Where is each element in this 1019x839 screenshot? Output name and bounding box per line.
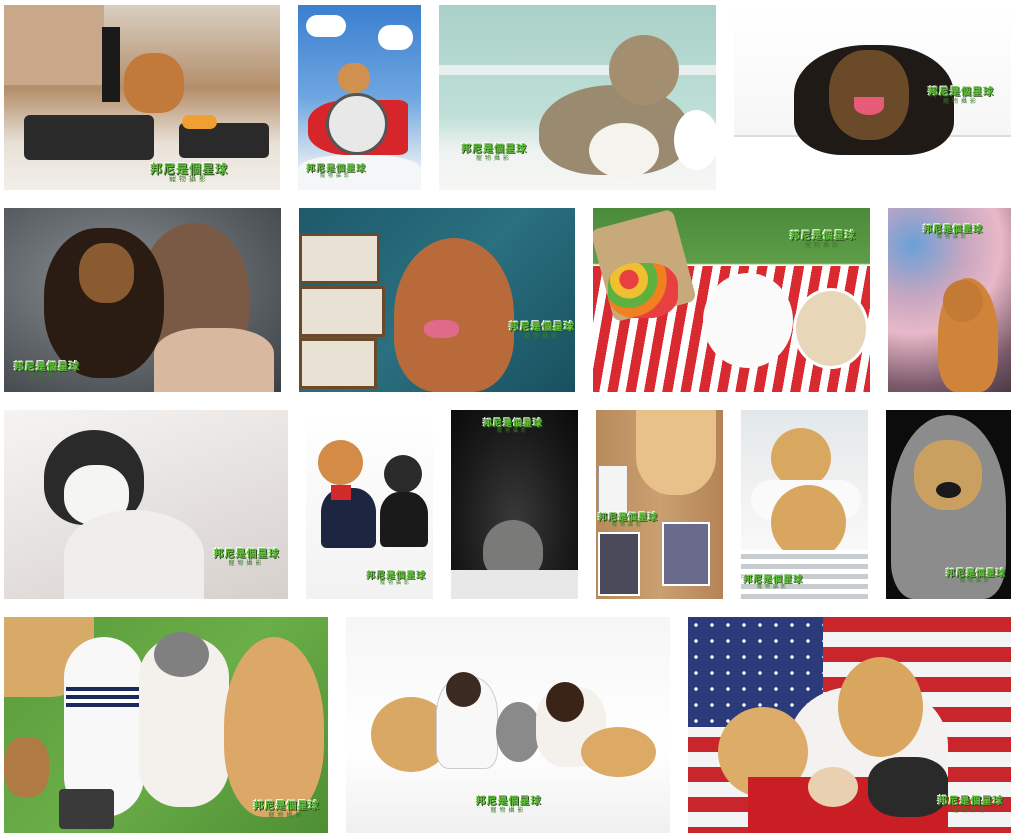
gallery-photo-couple-dogs-grass[interactable]: 邦尼是個星球 寵物攝影 xyxy=(4,617,328,833)
gallery-photo-poodle-chalkboard[interactable]: 邦尼是個星球 寵物攝影 xyxy=(299,208,575,392)
gallery-photo-orange-cat-blossoms[interactable]: 邦尼是個星球 寵物攝影 xyxy=(888,208,1011,392)
gallery-photo-golden-magazines[interactable]: 邦尼是個星球 寵物攝影 xyxy=(596,410,723,599)
gallery-photo-shiba-sushi[interactable]: 邦尼是個星球 寵物攝影 xyxy=(4,5,280,190)
gallery-photo-cats-costumes[interactable]: 邦尼是個星球 寵物攝影 xyxy=(306,410,433,599)
gallery-photo-golden-scarf[interactable]: 邦尼是個星球 寵物攝影 xyxy=(886,410,1011,599)
gallery-photo-golden-flag[interactable]: 邦尼是個星球 寵物攝影 xyxy=(688,617,1011,833)
gallery-photo-tuxedo-cat[interactable]: 邦尼是個星球 寵物攝影 xyxy=(4,410,288,599)
gallery-photo-shiba-airplane[interactable]: 邦尼是個星球 寵物攝影 xyxy=(298,5,421,190)
gallery-photo-tabby-cat[interactable]: 邦尼是個星球 寵物攝影 xyxy=(439,5,716,190)
gallery-photo-pomeranian-picnic[interactable]: 邦尼是個星球 寵物攝影 xyxy=(593,208,870,392)
gallery-photo-cat-dark-portrait[interactable]: 邦尼是個星球 寵物攝影 xyxy=(451,410,578,599)
gallery-photo-dachshund-bathtub[interactable]: 邦尼是個星球 寵物攝影 xyxy=(734,5,1011,190)
gallery-photo-dachshund-owner[interactable]: 邦尼是個星球 寵物攝影 xyxy=(4,208,281,392)
gallery-photo-couple-dogs-studio[interactable]: 邦尼是個星球 寵物攝影 xyxy=(346,617,670,833)
gallery-photo-golden-bed[interactable]: 邦尼是個星球 寵物攝影 xyxy=(741,410,868,599)
photo-gallery: 邦尼是個星球 寵物攝影 邦尼是個星球 寵物攝影 邦尼是個星球 寵物攝影 邦尼是個… xyxy=(0,0,1019,839)
